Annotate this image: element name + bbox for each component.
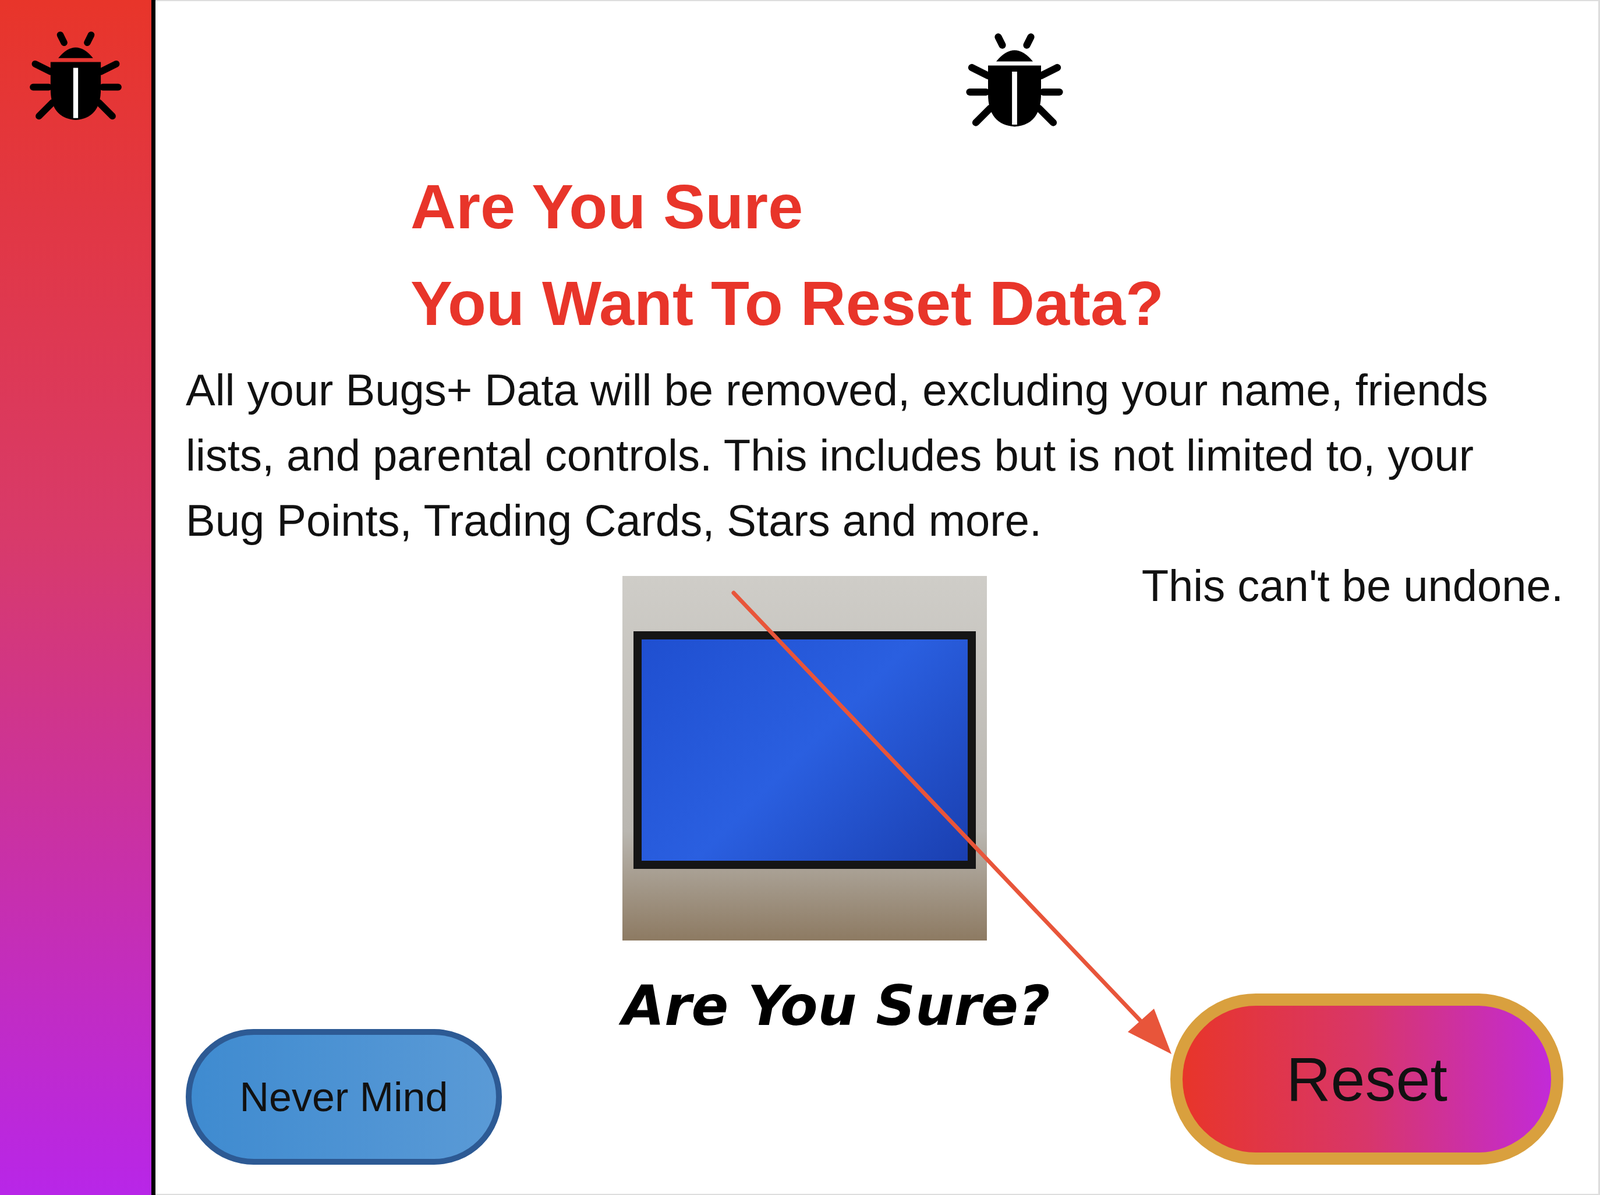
arrow-icon bbox=[726, 583, 1192, 1067]
warning-text: This can't be undone. bbox=[1141, 553, 1564, 619]
header-icon-row bbox=[185, 30, 1564, 133]
caption: Are You Sure? bbox=[621, 975, 1050, 1036]
photo bbox=[622, 575, 987, 941]
reset-button[interactable]: Reset bbox=[1170, 993, 1564, 1165]
title-line: You Want To Reset Data? bbox=[410, 255, 1564, 352]
dialog-title: Are You SureYou Want To Reset Data? bbox=[410, 158, 1564, 352]
dialog-message: All your Bugs+ Data will be removed, exc… bbox=[185, 357, 1564, 554]
sidebar bbox=[0, 0, 156, 1195]
middle-row: This can't be undone. bbox=[185, 553, 1564, 941]
page: Are You SureYou Want To Reset Data?All y… bbox=[0, 0, 1600, 1195]
button-row: Never MindAre You Sure?Reset bbox=[185, 993, 1564, 1165]
reset-dialog: Are You SureYou Want To Reset Data?All y… bbox=[155, 0, 1600, 1195]
photo-monitor bbox=[633, 631, 976, 869]
title-line: Are You Sure bbox=[410, 158, 1564, 256]
never-mind-button[interactable]: Never Mind bbox=[185, 1028, 502, 1165]
bug-icon bbox=[963, 30, 1066, 133]
bug-icon bbox=[27, 29, 125, 126]
